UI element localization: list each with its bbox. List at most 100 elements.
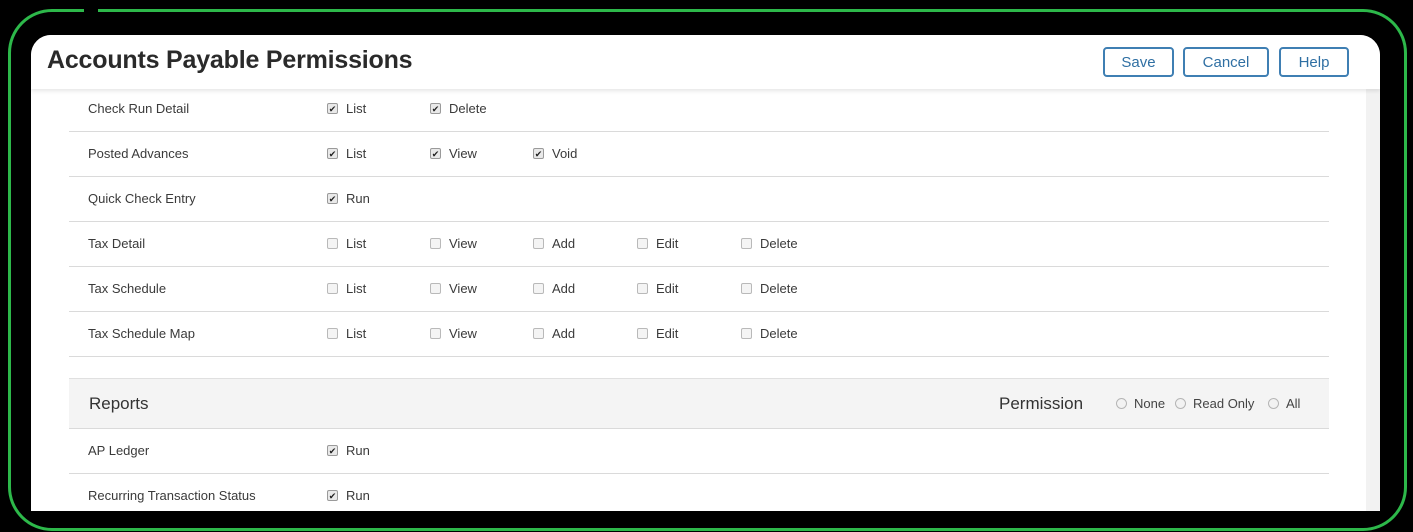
checkbox-label: Run (346, 443, 370, 458)
radio-label: All (1286, 396, 1301, 411)
checkbox-icon[interactable] (430, 328, 441, 339)
permission-row: Posted Advances List View Void (69, 131, 1329, 177)
checkbox-checked-icon[interactable] (430, 103, 441, 114)
checkbox-label: Edit (656, 236, 679, 251)
checkbox-checked-icon[interactable] (327, 148, 338, 159)
page-title: Accounts Payable Permissions (47, 46, 413, 74)
checkbox-label: Delete (449, 101, 487, 116)
checkbox-icon[interactable] (430, 283, 441, 294)
checkbox-label: List (346, 281, 367, 296)
checkbox-label: View (449, 326, 477, 341)
permission-checkbox-delete[interactable]: Delete (741, 266, 798, 311)
checkbox-label: Delete (760, 326, 798, 341)
permissions-panel: Accounts Payable Permissions Save Cancel… (31, 35, 1380, 511)
checkbox-label: View (449, 281, 477, 296)
radio-none[interactable]: None (1116, 379, 1165, 428)
checkbox-label: Void (552, 146, 578, 161)
checkbox-icon[interactable] (741, 238, 752, 249)
checkbox-icon[interactable] (637, 238, 648, 249)
permission-checkbox-delete[interactable]: Delete (741, 311, 798, 356)
checkbox-icon[interactable] (327, 238, 338, 249)
radio-read-only[interactable]: Read Only (1175, 379, 1254, 428)
checkbox-label: Edit (656, 281, 679, 296)
permission-row: Tax Detail List View Add Edit Delete (69, 221, 1329, 267)
checkbox-checked-icon[interactable] (327, 103, 338, 114)
checkbox-checked-icon[interactable] (327, 445, 338, 456)
checkbox-label: View (449, 236, 477, 251)
checkbox-icon[interactable] (533, 238, 544, 249)
checkbox-checked-icon[interactable] (533, 148, 544, 159)
permission-checkbox-list[interactable]: List (327, 311, 366, 356)
checkbox-label: List (346, 236, 367, 251)
checkbox-label: Delete (760, 236, 798, 251)
row-label: Posted Advances (88, 146, 189, 161)
permission-checkbox-view[interactable]: View (430, 221, 477, 266)
scrollbar[interactable] (1366, 89, 1380, 511)
permission-row: AP Ledger Run (69, 428, 1329, 474)
radio-all[interactable]: All (1268, 379, 1300, 428)
checkbox-label: View (449, 146, 477, 161)
radio-circle-icon[interactable] (1268, 398, 1279, 409)
permission-row: Tax Schedule Map List View Add Edit Delete (69, 311, 1329, 357)
checkbox-icon[interactable] (327, 328, 338, 339)
permission-row: Check Run Detail List Delete (69, 86, 1329, 132)
permission-checkbox-list[interactable]: List (327, 131, 366, 176)
permission-checkbox-run[interactable]: Run (327, 473, 370, 511)
permission-checkbox-edit[interactable]: Edit (637, 311, 678, 356)
save-button[interactable]: Save (1103, 47, 1174, 77)
page-header: Accounts Payable Permissions Save Cancel… (31, 35, 1380, 89)
checkbox-label: Add (552, 281, 576, 296)
checkbox-label: Add (552, 236, 576, 251)
cancel-button[interactable]: Cancel (1183, 47, 1269, 77)
checkbox-icon[interactable] (533, 328, 544, 339)
radio-circle-icon[interactable] (1175, 398, 1186, 409)
radio-label: Read Only (1193, 396, 1255, 411)
checkbox-label: Edit (656, 326, 679, 341)
permission-checkbox-delete[interactable]: Delete (430, 86, 487, 131)
permission-checkbox-list[interactable]: List (327, 86, 366, 131)
checkbox-label: List (346, 101, 367, 116)
permission-row: Tax Schedule List View Add Edit Delete (69, 266, 1329, 312)
row-label: Quick Check Entry (88, 191, 196, 206)
checkbox-checked-icon[interactable] (327, 193, 338, 204)
section-title: Reports (89, 394, 149, 413)
checkbox-label: List (346, 146, 367, 161)
permission-checkbox-add[interactable]: Add (533, 266, 575, 311)
checkbox-icon[interactable] (327, 283, 338, 294)
reports-section-header: Reports Permission None Read Only All (69, 378, 1329, 429)
row-label: Tax Schedule Map (88, 326, 195, 341)
frame-gap (84, 5, 98, 15)
permission-label: Permission (999, 394, 1084, 413)
checkbox-icon[interactable] (741, 328, 752, 339)
row-label: AP Ledger (88, 443, 150, 458)
permission-checkbox-list[interactable]: List (327, 221, 366, 266)
checkbox-icon[interactable] (533, 283, 544, 294)
row-label: Tax Schedule (88, 281, 167, 296)
checkbox-label: Run (346, 191, 370, 206)
permission-checkbox-edit[interactable]: Edit (637, 266, 678, 311)
checkbox-label: List (346, 326, 367, 341)
permission-checkbox-edit[interactable]: Edit (637, 221, 678, 266)
checkbox-label: Delete (760, 281, 798, 296)
permission-checkbox-run[interactable]: Run (327, 428, 370, 473)
checkbox-icon[interactable] (637, 328, 648, 339)
permission-checkbox-view[interactable]: View (430, 266, 477, 311)
help-button[interactable]: Help (1279, 47, 1349, 77)
permission-checkbox-delete[interactable]: Delete (741, 221, 798, 266)
checkbox-icon[interactable] (741, 283, 752, 294)
checkbox-checked-icon[interactable] (430, 148, 441, 159)
permission-checkbox-void[interactable]: Void (533, 131, 577, 176)
permission-checkbox-list[interactable]: List (327, 266, 366, 311)
checkbox-icon[interactable] (637, 283, 648, 294)
permission-checkbox-add[interactable]: Add (533, 311, 575, 356)
permission-checkbox-view[interactable]: View (430, 131, 477, 176)
checkbox-checked-icon[interactable] (327, 490, 338, 501)
permission-checkbox-run[interactable]: Run (327, 176, 370, 221)
row-label: Check Run Detail (88, 101, 190, 116)
radio-circle-icon[interactable] (1116, 398, 1127, 409)
permission-row: Quick Check Entry Run (69, 176, 1329, 222)
row-label: Tax Detail (88, 236, 146, 251)
permission-checkbox-view[interactable]: View (430, 311, 477, 356)
checkbox-icon[interactable] (430, 238, 441, 249)
permission-checkbox-add[interactable]: Add (533, 221, 575, 266)
